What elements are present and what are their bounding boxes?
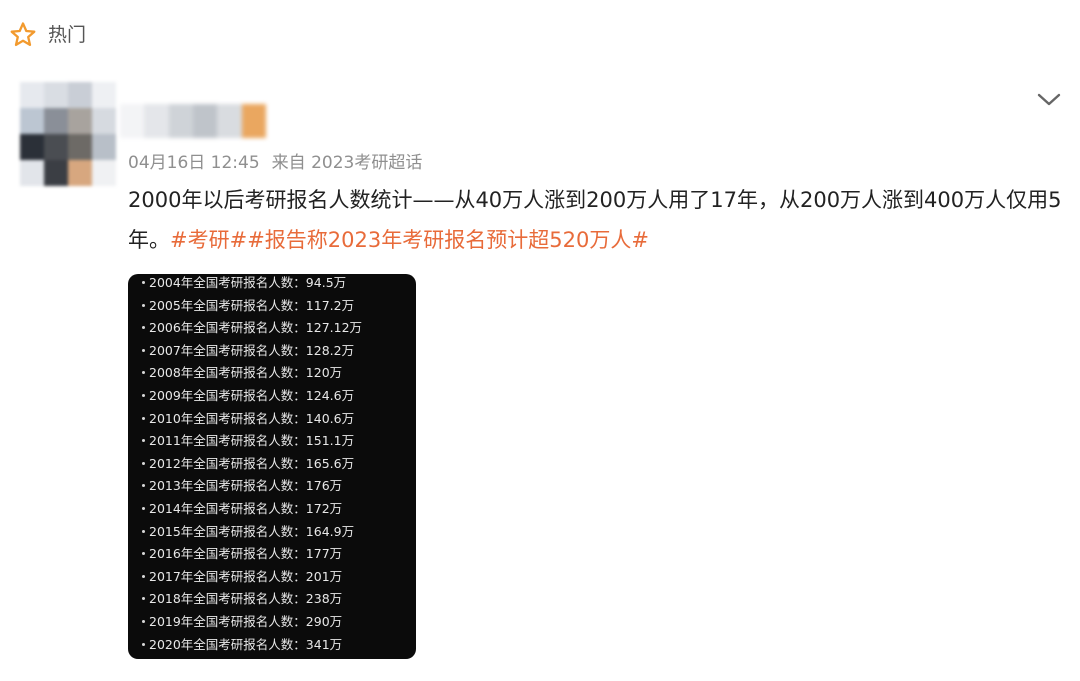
avatar-pixel — [68, 82, 92, 108]
image-row-text: 2014年全国考研报名人数：172万 — [149, 500, 343, 516]
bullet-icon — [142, 619, 145, 623]
bullet-icon — [142, 371, 145, 375]
username[interactable] — [120, 104, 266, 138]
image-row-text: 2008年全国考研报名人数：120万 — [149, 365, 343, 381]
image-row-text: 2012年全国考研报名人数：165.6万 — [149, 455, 355, 471]
image-row-text: 2013年全国考研报名人数：176万 — [149, 478, 343, 494]
topic-link[interactable]: #考研# — [170, 228, 247, 252]
image-row-text: 2004年全国考研报名人数：94.5万 — [149, 275, 347, 290]
avatar-pixel — [44, 134, 68, 160]
avatar-pixel — [44, 160, 68, 186]
chevron-down-icon[interactable] — [1036, 88, 1062, 110]
bullet-icon — [142, 642, 145, 646]
username-pixel — [144, 104, 169, 138]
image-row: 2014年全国考研报名人数：172万 — [142, 498, 410, 521]
image-row-text: 2016年全国考研报名人数：177万 — [149, 546, 343, 562]
post-meta: 04月16日 12:45 来自 2023考研超话 — [128, 151, 422, 175]
avatar-pixel — [92, 160, 116, 186]
post-timestamp[interactable]: 04月16日 12:45 — [128, 151, 260, 175]
post-image[interactable]: 2004年全国考研报名人数：94.5万 2005年全国考研报名人数：117.2万 2… — [128, 274, 416, 659]
image-row-text: 2007年全国考研报名人数：128.2万 — [149, 342, 355, 358]
image-row: 2006年全国考研报名人数：127.12万 — [142, 317, 410, 340]
image-row: 2009年全国考研报名人数：124.6万 — [142, 385, 410, 408]
image-row: 2004年全国考研报名人数：94.5万 — [142, 274, 410, 295]
image-row-text: 2018年全国考研报名人数：238万 — [149, 591, 343, 607]
bullet-icon — [142, 439, 145, 443]
image-row: 2016年全国考研报名人数：177万 — [142, 543, 410, 566]
avatar-pixel — [92, 134, 116, 160]
avatar-pixel — [68, 160, 92, 186]
avatar-pixel — [20, 82, 44, 108]
bullet-icon — [142, 484, 145, 488]
bullet-icon — [142, 348, 145, 352]
bullet-icon — [142, 326, 145, 330]
image-row: 2010年全国考研报名人数：140.6万 — [142, 408, 410, 431]
image-row-text: 2019年全国考研报名人数：290万 — [149, 613, 343, 629]
image-row: 2005年全国考研报名人数：117.2万 — [142, 295, 410, 318]
avatar-pixel — [92, 82, 116, 108]
hot-header: 热门 — [8, 20, 86, 50]
avatar-pixel — [68, 108, 92, 134]
image-row-text: 2015年全国考研报名人数：164.9万 — [149, 523, 355, 539]
bullet-icon — [142, 574, 145, 578]
image-row-text: 2020年全国考研报名人数：341万 — [149, 636, 343, 652]
image-row-text: 2011年全国考研报名人数：151.1万 — [149, 433, 355, 449]
bullet-icon — [142, 506, 145, 510]
image-row: 2011年全国考研报名人数：151.1万 — [142, 430, 410, 453]
username-pixel — [168, 104, 193, 138]
image-row-text: 2005年全国考研报名人数：117.2万 — [149, 297, 355, 313]
star-outline-icon — [10, 22, 36, 47]
image-row: 2020年全国考研报名人数：341万 — [142, 634, 410, 657]
avatar-pixel — [44, 108, 68, 134]
avatar-pixel — [92, 108, 116, 134]
image-row: 2017年全国考研报名人数：201万 — [142, 566, 410, 589]
image-row: 2018年全国考研报名人数：238万 — [142, 588, 410, 611]
bullet-icon — [142, 303, 145, 307]
hot-label: 热门 — [48, 24, 87, 46]
image-row: 2007年全国考研报名人数：128.2万 — [142, 340, 410, 363]
image-rows: 2004年全国考研报名人数：94.5万 2005年全国考研报名人数：117.2万 2… — [142, 274, 410, 656]
image-row-text: 2006年全国考研报名人数：127.12万 — [149, 320, 363, 336]
username-pixel — [217, 104, 242, 138]
image-row-text: 2009年全国考研报名人数：124.6万 — [149, 387, 355, 403]
image-row: 2015年全国考研报名人数：164.9万 — [142, 521, 410, 544]
image-row: 2012年全国考研报名人数：165.6万 — [142, 453, 410, 476]
username-pixel — [120, 104, 145, 138]
avatar-pixel — [68, 134, 92, 160]
username-pixel — [192, 104, 218, 138]
bullet-icon — [142, 529, 145, 533]
avatar-pixel — [20, 134, 44, 160]
image-row: 2008年全国考研报名人数：120万 — [142, 362, 410, 385]
topic-link[interactable]: #报告称2023年考研报名预计超520万人# — [247, 228, 649, 252]
post-text: 2000年以后考研报名人数统计——从40万人涨到200万人用了17年，从200万… — [128, 180, 1068, 260]
image-row-text: 2017年全国考研报名人数：201万 — [149, 568, 343, 584]
bullet-icon — [142, 416, 145, 420]
image-row: 2013年全国考研报名人数：176万 — [142, 475, 410, 498]
username-pixel — [241, 104, 266, 138]
image-row-text: 2010年全国考研报名人数：140.6万 — [149, 410, 355, 426]
bullet-icon — [142, 461, 145, 465]
bullet-icon — [142, 552, 145, 556]
avatar[interactable] — [20, 82, 116, 186]
image-row: 2019年全国考研报名人数：290万 — [142, 611, 410, 634]
avatar-pixel — [44, 82, 68, 108]
avatar-pixel — [20, 160, 44, 186]
bullet-icon — [142, 281, 145, 284]
post-source[interactable]: 来自 2023考研超话 — [272, 151, 423, 175]
bullet-icon — [142, 597, 145, 601]
bullet-icon — [142, 393, 145, 397]
avatar-pixel — [20, 108, 44, 134]
